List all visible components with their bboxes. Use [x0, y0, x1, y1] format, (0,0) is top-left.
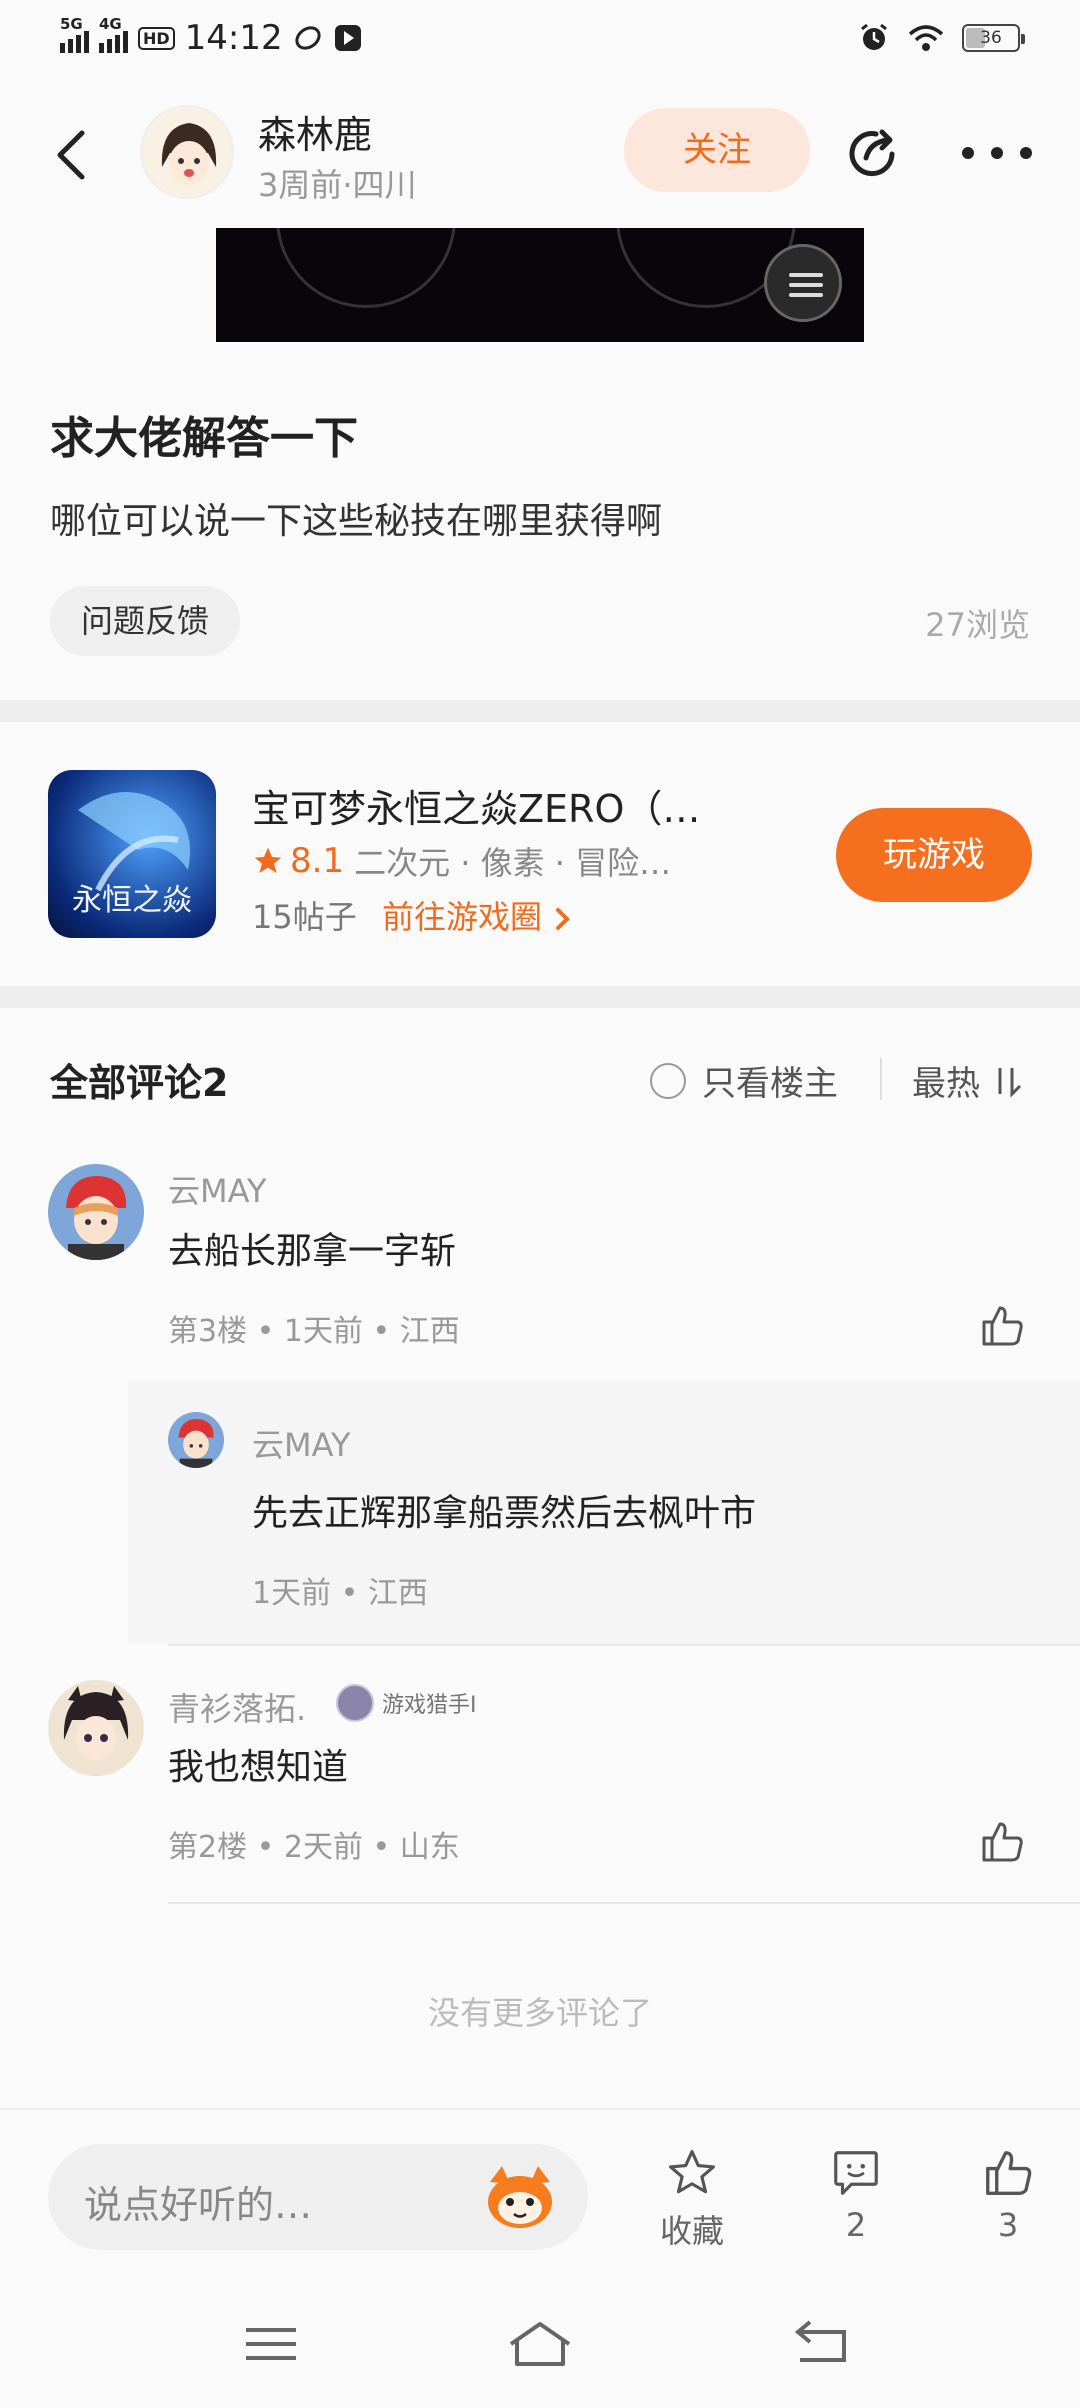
more-options-icon[interactable] — [962, 138, 1032, 168]
status-time: 14:12 — [184, 18, 283, 58]
like-icon[interactable] — [978, 1818, 1026, 1866]
menu-icon[interactable] — [764, 244, 842, 322]
play-notification-icon — [334, 25, 361, 51]
comment-username[interactable]: 青衫落拓. — [168, 1684, 306, 1730]
wifi-icon — [908, 25, 944, 51]
comment-text[interactable]: 我也想知道 — [168, 1738, 348, 1790]
hunter-badge-icon — [336, 1684, 374, 1722]
status-bar: 5G 4G HD 14:12 36 — [0, 0, 1080, 80]
reply-avatar[interactable] — [168, 1412, 224, 1468]
sort-icon — [998, 1067, 1022, 1098]
home-nav-icon[interactable] — [505, 2314, 575, 2374]
reply-container: 云MAY 先去正辉那拿船票然后去枫叶市 1天前 • 江西 — [128, 1380, 1080, 1644]
back-arrow-icon[interactable] — [50, 125, 90, 185]
sort-label: 最热 — [912, 1064, 980, 1104]
star-outline-icon — [669, 2150, 715, 2194]
game-circle-link[interactable]: 前往游戏圈 — [382, 892, 574, 938]
network-type-2: 4G — [99, 15, 122, 33]
reply-text[interactable]: 先去正辉那拿船票然后去枫叶市 — [252, 1484, 756, 1536]
topic-tag[interactable]: 问题反馈 — [50, 586, 240, 656]
reply-meta: 1天前 • 江西 — [252, 1576, 428, 1611]
game-post-count: 15帖子 — [252, 898, 357, 936]
thumbs-up-icon — [986, 2151, 1032, 2195]
signal-5g-icon: 5G — [60, 15, 89, 53]
comment-username[interactable]: 云MAY — [168, 1166, 267, 1212]
comment-divider — [168, 1902, 1080, 1904]
comment-bubble-icon — [834, 2151, 878, 2195]
comment-divider — [168, 1644, 1080, 1646]
game-icon-text: 永恒之焱 — [72, 883, 192, 918]
comment-avatar[interactable] — [48, 1164, 144, 1260]
share-icon[interactable] — [842, 120, 906, 184]
user-badge: 游戏猎手Ⅰ — [336, 1684, 477, 1722]
signal-4g-icon: 4G — [99, 15, 128, 53]
game-meta: 8.1 二次元 · 像素 · 冒险… — [252, 838, 772, 884]
network-type-1: 5G — [60, 15, 83, 33]
like-count: 3 — [997, 2206, 1019, 2244]
badge-label: 游戏猎手Ⅰ — [382, 1693, 477, 1718]
like-count-button[interactable]: 3 — [948, 2146, 1068, 2244]
view-count: 27浏览 — [925, 606, 1030, 644]
game-score-value: 8.1 — [290, 841, 345, 881]
comment-meta: 第2楼 • 2天前 • 山东 — [168, 1830, 460, 1865]
like-icon[interactable] — [978, 1302, 1026, 1350]
play-game-button[interactable]: 玩游戏 — [836, 808, 1032, 902]
comment-count-button[interactable]: 2 — [796, 2146, 916, 2244]
star-icon — [254, 847, 282, 873]
no-more-comments: 没有更多评论了 — [427, 1994, 652, 2032]
game-name[interactable]: 宝可梦永恒之焱ZERO（… — [252, 778, 772, 833]
comments-title: 全部评论2 — [50, 1061, 229, 1105]
mascot-emoji-icon[interactable] — [482, 2162, 558, 2232]
menu-nav-icon[interactable] — [236, 2314, 306, 2374]
post-header: 森林鹿 3周前·四川 关注 — [0, 80, 1080, 230]
game-icon[interactable]: 永恒之焱 — [48, 770, 216, 938]
game-score: 8.1 — [252, 841, 344, 881]
back-nav-icon[interactable] — [788, 2314, 858, 2374]
section-divider — [0, 986, 1080, 1008]
post-image[interactable] — [216, 228, 864, 342]
sort-selector[interactable]: 最热 — [912, 1056, 1022, 1105]
battery-icon: 36 — [962, 24, 1025, 52]
comment-count: 2 — [845, 2206, 867, 2244]
author-meta: 3周前·四川 — [258, 166, 417, 204]
comment-input[interactable]: 说点好听的… — [48, 2144, 588, 2250]
comment-input-placeholder: 说点好听的… — [84, 2183, 313, 2227]
author-name[interactable]: 森林鹿 — [258, 104, 372, 159]
comment-avatar[interactable] — [48, 1680, 144, 1776]
only-host-label: 只看楼主 — [702, 1064, 838, 1104]
alarm-icon — [861, 23, 887, 50]
section-divider — [0, 700, 1080, 722]
reply-username[interactable]: 云MAY — [252, 1420, 351, 1466]
app-notification-icon — [295, 26, 321, 50]
game-genres: 二次元 · 像素 · 冒险… — [354, 844, 672, 882]
collect-button[interactable]: 收藏 — [632, 2146, 752, 2252]
bottom-action-bar: 说点好听的… 收藏 2 3 — [0, 2108, 1080, 2284]
follow-button[interactable]: 关注 — [624, 108, 810, 192]
vertical-separator — [880, 1058, 882, 1100]
comment-meta: 第3楼 • 1天前 • 江西 — [168, 1314, 460, 1349]
collect-label: 收藏 — [659, 2212, 724, 2250]
author-avatar[interactable] — [140, 105, 234, 199]
comment-text[interactable]: 去船长那拿一字斩 — [168, 1222, 456, 1274]
only-host-toggle[interactable]: 只看楼主 — [650, 1056, 838, 1105]
battery-level: 36 — [980, 28, 1002, 48]
radio-icon[interactable] — [650, 1062, 686, 1099]
post-title: 求大佬解答一下 — [50, 413, 358, 464]
post-body: 哪位可以说一下这些秘技在哪里获得啊 — [50, 501, 663, 542]
chevron-right-icon — [556, 908, 571, 930]
system-nav-bar — [0, 2284, 1080, 2408]
hd-voice-icon: HD — [138, 26, 175, 50]
game-circle-link-label: 前往游戏圈 — [382, 898, 543, 936]
